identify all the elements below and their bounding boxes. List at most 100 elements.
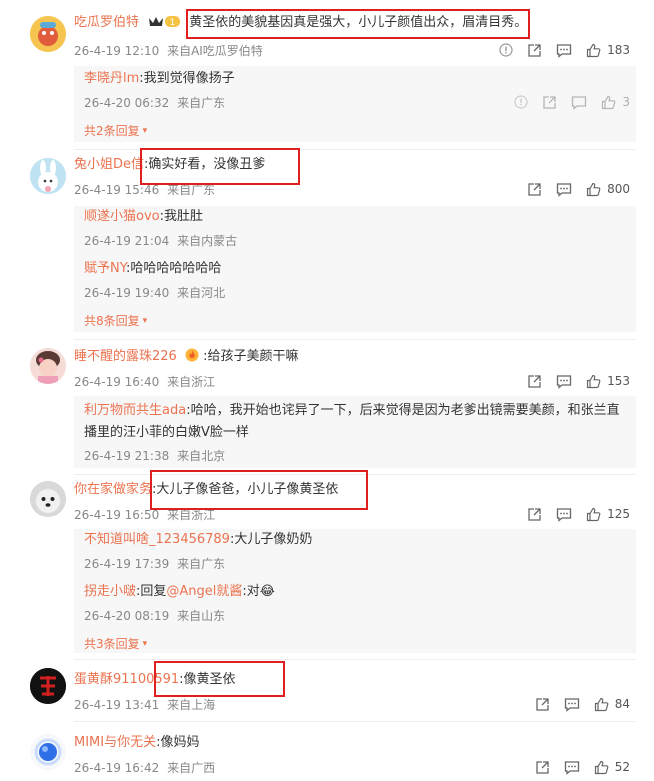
forward-icon [536,697,549,711]
comment-icon [564,760,579,775]
forward-button[interactable] [542,95,557,110]
report-button[interactable] [514,95,528,109]
comment-text: MIMI与你无关:像妈妈 [74,734,200,752]
username[interactable]: 兔小姐De信 [74,157,144,172]
comment-text: 兔小姐De信:确实好看，没像丑爹 [74,156,265,174]
comment-location: 来自AI吃瓜罗伯特 [167,44,263,58]
comment-feed: 吃瓜罗伯特 1 黄圣依的美貌基因真是强大，小儿子颜值出众，眉清目秀。 26-4-… [0,0,654,781]
avatar-cartoon-icon [30,16,66,52]
avatar-dog-icon [30,481,66,517]
report-button[interactable] [499,43,513,57]
reply-list: 利万物而共生ada:哈哈，我开始也诧异了一下，后来觉得是因为老爹出镜需要美颜，和… [74,396,636,468]
comment-button[interactable] [556,374,572,389]
comment-actions: 800 [513,180,630,198]
like-button[interactable]: 800 [586,182,630,197]
comment-button[interactable] [556,507,572,522]
avatar-calligraphy-icon [30,668,66,704]
username[interactable]: 睡不醒的露珠226 [74,349,177,364]
expand-replies-button[interactable]: 共3条回复 ▾ [84,635,147,652]
reply-username[interactable]: 顺遂小猫ovo [84,209,160,224]
comment-actions: 125 [513,505,630,523]
avatar-orb-icon [30,734,66,770]
reply-date: 26-4-19 21:38 [84,449,170,463]
like-button[interactable]: 125 [586,507,630,522]
thumbs-up-icon [602,95,616,109]
reply-list: 李晓丹lm:我到觉得像扬子 26-4-20 06:32 来自广东 3 共2条回复… [74,66,636,142]
comment-icon [556,43,572,58]
like-button[interactable]: 84 [594,697,630,712]
reply-date: 26-4-19 19:40 [84,286,170,300]
comment-body: :像黄圣依 [179,672,236,687]
forward-button[interactable] [527,182,542,197]
expand-replies-button[interactable]: 共8条回复 ▾ [84,312,147,329]
fire-badge-icon [185,348,199,368]
reply-item: 利万物而共生ada:哈哈，我开始也诧异了一下，后来觉得是因为老爹出镜需要美颜，和… [84,400,626,464]
comment-button[interactable] [556,43,572,58]
username[interactable]: 吃瓜罗伯特 [74,15,139,30]
like-button[interactable]: 153 [586,374,630,389]
comment-item: 兔小姐De信:确实好看，没像丑爹 26-4-19 15:46 来自广东 800 … [0,150,654,340]
reply-username[interactable]: 拐走小啵 [84,584,136,599]
username[interactable]: MIMI与你无关 [74,735,156,750]
forward-button[interactable] [535,760,550,775]
like-button[interactable]: 3 [601,95,630,110]
reply-username[interactable]: 李晓丹lm [84,71,139,86]
like-count: 84 [614,697,630,711]
forward-button[interactable] [535,697,550,712]
avatar[interactable] [30,158,66,194]
comment-meta: 26-4-19 13:41 来自上海 [74,696,215,713]
comment-button[interactable] [564,760,580,775]
reply-body: :回复 [136,584,167,599]
comment-meta: 26-4-19 12:10 来自AI吃瓜罗伯特 [74,42,263,59]
like-count: 52 [614,760,630,774]
reply-username[interactable]: 不知道叫啥_123456789 [84,532,230,547]
comment-meta: 26-4-19 16:42 来自广西 [74,759,215,776]
like-button[interactable]: 52 [594,760,630,775]
username[interactable]: 蛋黄酥91100591 [74,672,179,687]
comment-body: 黄圣依的美貌基因真是强大，小儿子颜值出众，眉清目秀。 [189,15,528,30]
comment-body: :像妈妈 [156,735,200,750]
comment-item: 吃瓜罗伯特 1 黄圣依的美貌基因真是强大，小儿子颜值出众，眉清目秀。 26-4-… [0,0,654,150]
reply-body-continued: 播里的汪小菲的白嫩V脸一样 [84,425,249,440]
reply-location: 来自广东 [177,96,226,110]
reply-username[interactable]: 利万物而共生ada [84,403,186,418]
forward-button[interactable] [527,374,542,389]
username[interactable]: 你在家做家务 [74,482,152,497]
reply-body-after: :对😂 [242,584,275,599]
comment-item: 你在家做家务:大儿子像爸爸，小儿子像黄圣依 26-4-19 16:50 来自浙江… [0,475,654,660]
forward-button[interactable] [527,43,542,58]
comment-button[interactable] [564,697,580,712]
reply-actions: 3 [500,93,630,111]
thumbs-up-icon [586,374,601,388]
avatar[interactable] [30,16,66,52]
avatar[interactable] [30,734,66,770]
chevron-down-icon: ▾ [142,315,148,326]
report-icon [499,43,513,57]
like-count: 800 [607,182,630,196]
reply-list: 不知道叫啥_123456789:大儿子像奶奶 26-4-19 17:39 来自广… [74,529,636,653]
expand-replies-button[interactable]: 共2条回复 ▾ [84,122,147,139]
reply-username[interactable]: 赋予NY [84,261,126,276]
reply-body: :我肚肚 [159,209,203,224]
thumbs-up-icon [586,182,601,196]
comment-button[interactable] [571,95,587,110]
comment-body: :确实好看，没像丑爹 [144,157,266,172]
like-button[interactable]: 183 [586,43,630,58]
avatar[interactable] [30,481,66,517]
reply-body: :哈哈，我开始也诧异了一下，后来觉得是因为老爹出镜需要美颜，和张兰直 [186,403,620,418]
avatar[interactable] [30,348,66,384]
reply-mention[interactable]: @Angel就酱 [166,584,242,599]
like-count: 3 [622,95,630,109]
thumbs-up-icon [586,43,601,57]
reply-body: :我到觉得像扬子 [139,71,235,86]
avatar[interactable] [30,668,66,704]
forward-icon [528,43,541,57]
comment-body: :大儿子像爸爸，小儿子像黄圣依 [152,482,339,497]
forward-button[interactable] [527,507,542,522]
comment-button[interactable] [556,182,572,197]
comment-meta: 26-4-19 16:50 来自浙江 [74,506,215,523]
comment-text: 你在家做家务:大儿子像爸爸，小儿子像黄圣依 [74,481,338,499]
comment-date: 26-4-19 12:10 [74,44,160,58]
reply-list: 顺遂小猫ovo:我肚肚 26-4-19 21:04 来自内蒙古 赋予NY:哈哈哈… [74,206,636,332]
comment-icon [572,95,587,110]
